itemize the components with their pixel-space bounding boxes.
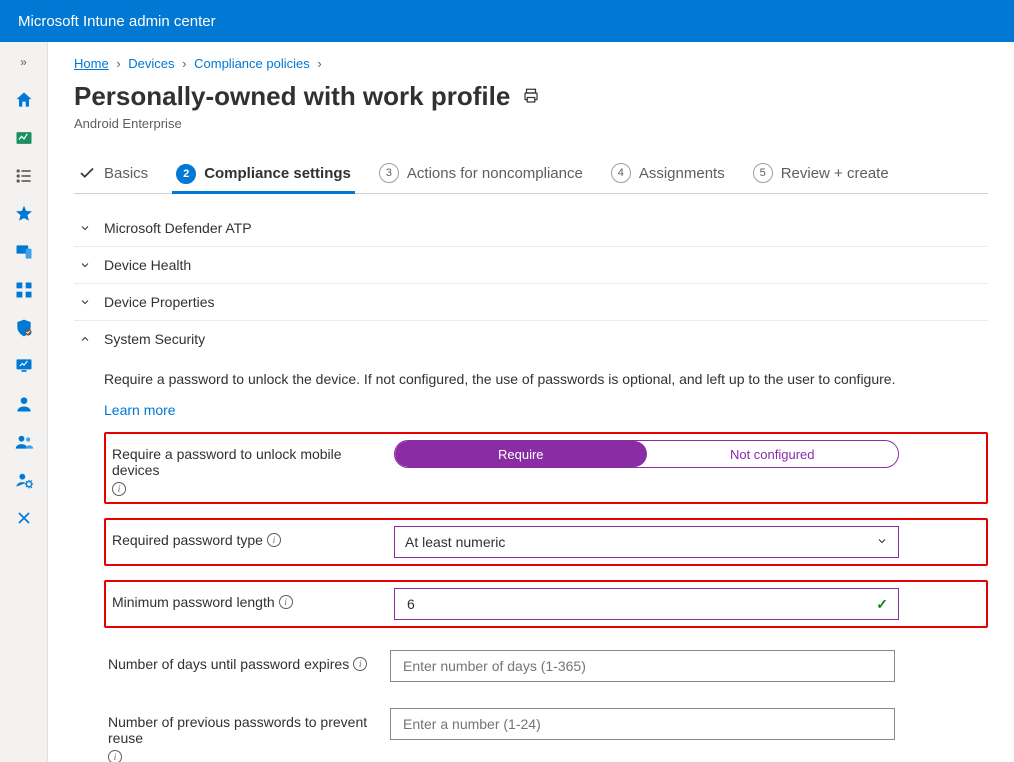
system-security-body: Require a password to unlock the device.… [74, 357, 988, 762]
setting-password-type: Required password type i At least numeri… [104, 518, 988, 566]
chevron-right-icon: › [317, 56, 321, 71]
setting-label: Number of previous passwords to prevent … [108, 708, 376, 762]
toggle-option-not-configured[interactable]: Not configured [647, 441, 899, 467]
setting-min-password-length: Minimum password length i ✓ [104, 580, 988, 628]
info-icon[interactable]: i [279, 595, 293, 609]
dashboard-icon[interactable] [14, 128, 34, 148]
tab-assignments-label: Assignments [639, 165, 725, 182]
tab-actions-label: Actions for noncompliance [407, 165, 583, 182]
tab-review-label: Review + create [781, 165, 889, 182]
monitor-icon[interactable] [14, 356, 34, 376]
tab-compliance-settings[interactable]: 2 Compliance settings [172, 155, 355, 194]
expand-rail-icon[interactable]: » [14, 52, 34, 72]
apps-icon[interactable] [14, 280, 34, 300]
devices-icon[interactable] [14, 242, 34, 262]
crumb-compliance[interactable]: Compliance policies [194, 56, 310, 71]
section-label: Device Health [104, 257, 191, 273]
tab-review-create[interactable]: 5 Review + create [749, 155, 893, 193]
previous-passwords-field[interactable] [401, 715, 884, 733]
chevron-down-icon [78, 222, 92, 234]
setting-label: Required password type i [112, 526, 380, 548]
top-header: Microsoft Intune admin center [0, 0, 1014, 42]
shield-icon[interactable] [14, 318, 34, 338]
select-value: At least numeric [405, 534, 505, 550]
app-title: Microsoft Intune admin center [18, 13, 216, 30]
content-area: Home › Devices › Compliance policies › P… [48, 42, 1014, 762]
step-tabs: Basics 2 Compliance settings 3 Actions f… [74, 155, 988, 194]
section-system-security[interactable]: System Security [74, 321, 988, 357]
section-device-health[interactable]: Device Health [74, 247, 988, 284]
setting-label: Require a password to unlock mobile devi… [112, 440, 380, 496]
password-type-select[interactable]: At least numeric [394, 526, 899, 558]
breadcrumb: Home › Devices › Compliance policies › [74, 56, 988, 71]
chevron-up-icon [78, 333, 92, 345]
print-icon[interactable] [522, 81, 540, 112]
expire-days-field[interactable] [401, 657, 884, 675]
crumb-devices[interactable]: Devices [128, 56, 174, 71]
checkmark-icon: ✓ [876, 596, 888, 613]
step-number: 3 [379, 163, 399, 183]
help-text: Require a password to unlock the device.… [104, 369, 944, 390]
min-length-input[interactable]: ✓ [394, 588, 899, 620]
page-title-row: Personally-owned with work profile [74, 81, 988, 112]
require-password-toggle[interactable]: Require Not configured [394, 440, 899, 468]
main-layout: » Home › Devices › Compliance policies ›… [0, 42, 1014, 762]
step-number: 5 [753, 163, 773, 183]
setting-require-password: Require a password to unlock mobile devi… [104, 432, 988, 504]
section-label: Microsoft Defender ATP [104, 220, 252, 236]
setting-label: Minimum password length i [112, 588, 380, 610]
info-icon[interactable]: i [112, 482, 126, 496]
section-device-properties[interactable]: Device Properties [74, 284, 988, 321]
list-icon[interactable] [14, 166, 34, 186]
info-icon[interactable]: i [267, 533, 281, 547]
section-label: System Security [104, 331, 205, 347]
chevron-right-icon: › [182, 56, 186, 71]
tab-basics[interactable]: Basics [74, 155, 152, 193]
user-icon[interactable] [14, 394, 34, 414]
crumb-home[interactable]: Home [74, 56, 109, 71]
min-length-field[interactable] [405, 595, 876, 613]
compliance-sections: Microsoft Defender ATP Device Health Dev… [74, 204, 988, 762]
previous-passwords-input[interactable] [390, 708, 895, 740]
step-number: 4 [611, 163, 631, 183]
tools-icon[interactable] [14, 508, 34, 528]
page-title: Personally-owned with work profile [74, 81, 510, 112]
step-number: 2 [176, 164, 196, 184]
setting-previous-passwords: Number of previous passwords to prevent … [104, 704, 988, 762]
users-icon[interactable] [14, 432, 34, 452]
tab-basics-label: Basics [104, 165, 148, 182]
info-icon[interactable]: i [108, 750, 122, 762]
chevron-right-icon: › [116, 56, 120, 71]
setting-label: Number of days until password expires i [108, 650, 376, 672]
learn-more-link[interactable]: Learn more [104, 402, 176, 418]
settings-user-icon[interactable] [14, 470, 34, 490]
page-subtitle: Android Enterprise [74, 116, 988, 131]
section-label: Device Properties [104, 294, 215, 310]
star-icon[interactable] [14, 204, 34, 224]
chevron-down-icon [78, 296, 92, 308]
section-defender-atp[interactable]: Microsoft Defender ATP [74, 210, 988, 247]
home-icon[interactable] [14, 90, 34, 110]
info-icon[interactable]: i [353, 657, 367, 671]
checkmark-icon [78, 164, 96, 182]
tab-actions-noncompliance[interactable]: 3 Actions for noncompliance [375, 155, 587, 193]
tab-assignments[interactable]: 4 Assignments [607, 155, 729, 193]
chevron-down-icon [876, 534, 888, 550]
left-nav-rail: » [0, 42, 48, 762]
setting-password-expire-days: Number of days until password expires i [104, 646, 988, 686]
toggle-option-require[interactable]: Require [395, 441, 647, 467]
tab-compliance-label: Compliance settings [204, 165, 351, 182]
chevron-down-icon [78, 259, 92, 271]
expire-days-input[interactable] [390, 650, 895, 682]
